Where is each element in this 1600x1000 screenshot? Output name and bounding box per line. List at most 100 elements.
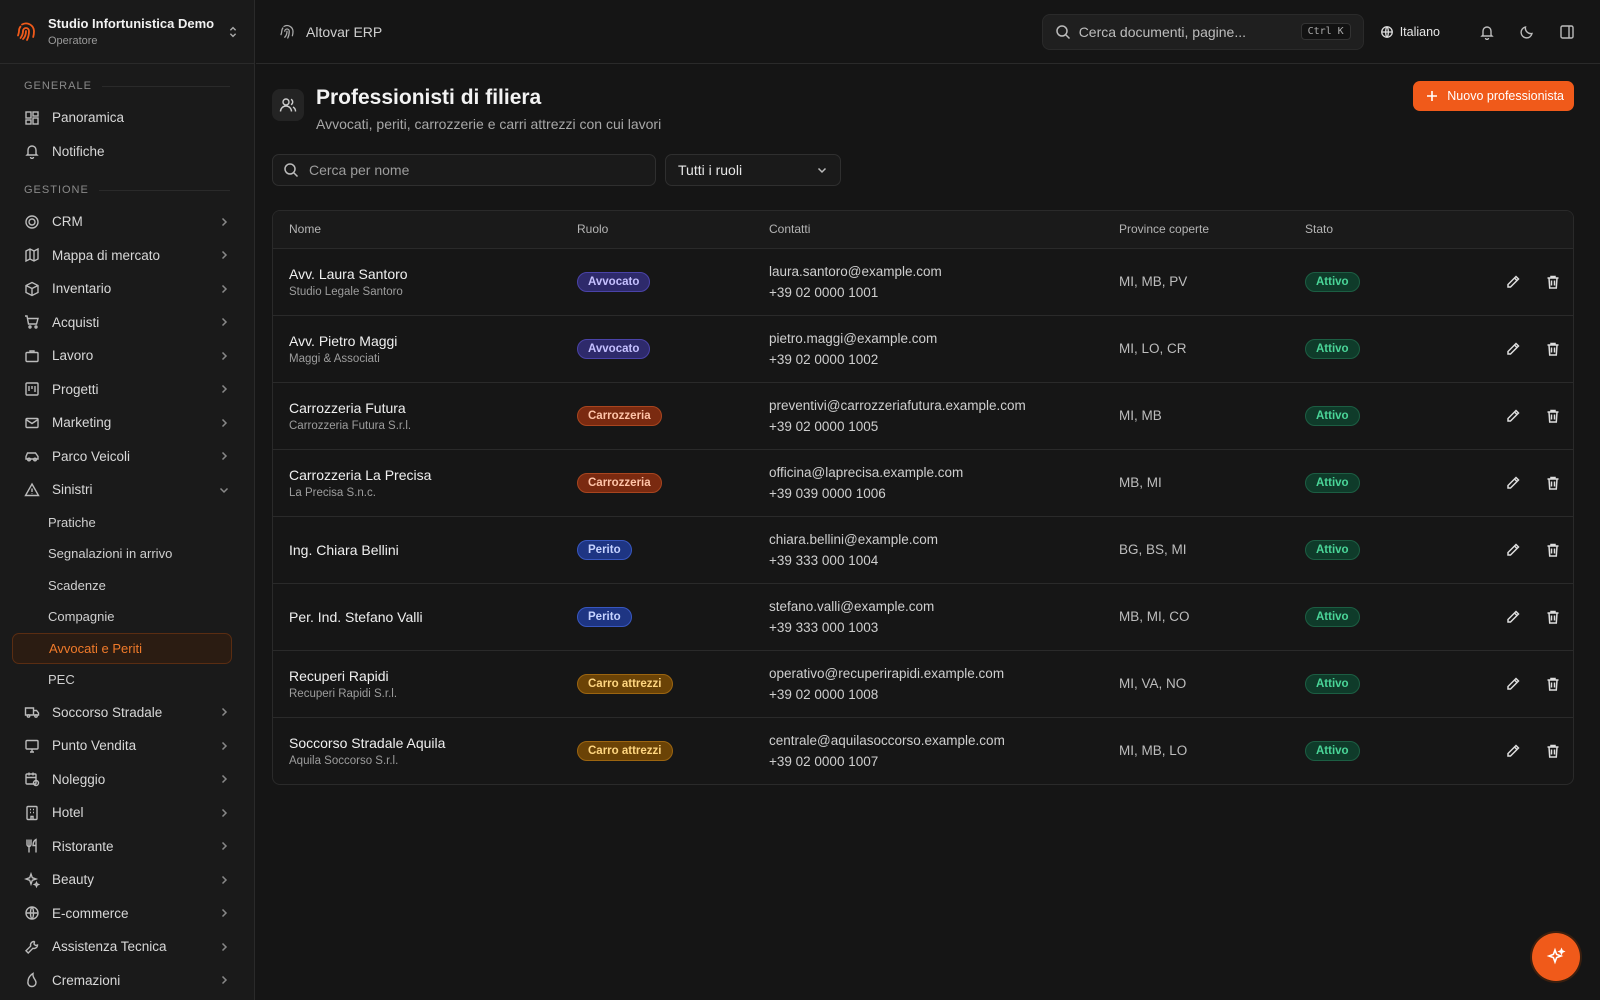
table-row[interactable]: Soccorso Stradale Aquila Aquila Soccorso … xyxy=(273,717,1573,784)
sidebar-item-ristorante[interactable]: Ristorante xyxy=(0,830,254,864)
new-professional-button[interactable]: Nuovo professionista xyxy=(1413,81,1574,111)
contact-email[interactable]: preventivi@carrozzeriafutura.example.com xyxy=(769,395,1103,416)
contact-email[interactable]: chiara.bellini@example.com xyxy=(769,529,1103,550)
cell-contacts: stefano.valli@example.com +39 333 000 100… xyxy=(753,583,1103,651)
name-search-input[interactable]: Cerca per nome xyxy=(272,154,656,186)
sidebar-item-soccorso-stradale[interactable]: Soccorso Stradale xyxy=(0,696,254,730)
professional-name: Recuperi Rapidi xyxy=(289,667,389,684)
delete-button[interactable] xyxy=(1533,606,1559,628)
role-filter-select[interactable]: Tutti i ruoli xyxy=(665,154,841,186)
language-selector[interactable]: Italiano xyxy=(1380,25,1440,39)
table-row[interactable]: Avv. Pietro Maggi Maggi & Associati Avvoca… xyxy=(273,315,1573,383)
table-row[interactable]: Avv. Laura Santoro Studio Legale Santoro A… xyxy=(273,248,1573,316)
sidebar-item-label: Parco Veicoli xyxy=(52,448,131,464)
sidebar-item-crm[interactable]: CRM xyxy=(0,205,254,239)
col-stato[interactable]: Stato xyxy=(1289,211,1439,249)
table-row[interactable]: Carrozzeria La Precisa La Precisa S.n.c. C… xyxy=(273,449,1573,517)
cell-actions xyxy=(1439,248,1573,316)
delete-button[interactable] xyxy=(1533,405,1559,427)
role-badge: Carro attrezzi xyxy=(577,673,673,694)
sidebar-item-parco-veicoli[interactable]: Parco Veicoli xyxy=(0,440,254,474)
sidebar-item-inventario[interactable]: Inventario xyxy=(0,272,254,306)
delete-button[interactable] xyxy=(1533,271,1559,293)
sidebar-sub-avvocati-periti[interactable]: Avvocati e Periti xyxy=(12,632,232,664)
sidebar-item-punto-vendita[interactable]: Punto Vendita xyxy=(0,729,254,763)
edit-button[interactable] xyxy=(1493,338,1520,360)
contact-phone[interactable]: +39 02 0000 1002 xyxy=(769,349,1103,370)
edit-button[interactable] xyxy=(1493,271,1520,293)
professional-name: Avv. Laura Santoro xyxy=(289,265,408,282)
sidebar-item-beauty[interactable]: Beauty xyxy=(0,863,254,897)
delete-button[interactable] xyxy=(1533,740,1559,762)
sidebar-item-mappa-mercato[interactable]: Mappa di mercato xyxy=(0,239,254,273)
edit-button[interactable] xyxy=(1493,539,1520,561)
sidebar-item-notifiche[interactable]: Notifiche xyxy=(0,135,254,169)
bell-icon xyxy=(1479,24,1495,40)
delete-button[interactable] xyxy=(1533,539,1559,561)
sidebar-item-ecommerce[interactable]: E-commerce xyxy=(0,897,254,931)
trash-icon xyxy=(1545,606,1561,628)
contact-phone[interactable]: +39 039 0000 1006 xyxy=(769,483,1103,504)
sidebar-sub-compagnie[interactable]: Compagnie xyxy=(0,601,254,633)
ai-assistant-button[interactable] xyxy=(1532,933,1580,981)
cell-actions xyxy=(1439,382,1573,450)
edit-button[interactable] xyxy=(1493,740,1520,762)
contact-email[interactable]: stefano.valli@example.com xyxy=(769,596,1103,617)
sidebar-item-label: Mappa di mercato xyxy=(52,247,161,263)
table-row[interactable]: Ing. Chiara Bellini Perito chiara.bellini@… xyxy=(273,516,1573,584)
cell-contacts: pietro.maggi@example.com +39 02 0000 1002 xyxy=(753,315,1103,383)
table-row[interactable]: Per. Ind. Stefano Valli Perito stefano.val… xyxy=(273,583,1573,651)
sidebar-item-acquisti[interactable]: Acquisti xyxy=(0,306,254,340)
theme-toggle-button[interactable] xyxy=(1516,21,1538,43)
sidebar-item-progetti[interactable]: Progetti xyxy=(0,373,254,407)
table-row[interactable]: Recuperi Rapidi Recuperi Rapidi S.r.l. Car… xyxy=(273,650,1573,718)
contact-phone[interactable]: +39 02 0000 1007 xyxy=(769,751,1103,772)
col-ruolo[interactable]: Ruolo xyxy=(561,211,753,249)
edit-button[interactable] xyxy=(1493,405,1520,427)
sidebar-sub-pec[interactable]: PEC xyxy=(0,664,254,696)
contact-phone[interactable]: +39 333 000 1004 xyxy=(769,550,1103,571)
language-label: Italiano xyxy=(1399,24,1440,39)
contact-email[interactable]: laura.santoro@example.com xyxy=(769,261,1103,282)
edit-button[interactable] xyxy=(1493,472,1520,494)
col-province[interactable]: Province coperte xyxy=(1103,211,1289,249)
contact-email[interactable]: operativo@recuperirapidi.example.com xyxy=(769,663,1103,684)
edit-button[interactable] xyxy=(1493,606,1520,628)
col-contatti[interactable]: Contatti xyxy=(753,211,1103,249)
sidebar-item-cremazioni[interactable]: Cremazioni xyxy=(0,964,254,998)
contact-phone[interactable]: +39 02 0000 1001 xyxy=(769,282,1103,303)
sidebar-item-assistenza-tecnica[interactable]: Assistenza Tecnica xyxy=(0,930,254,964)
contact-email[interactable]: officina@laprecisa.example.com xyxy=(769,462,1103,483)
contact-phone[interactable]: +39 02 0000 1008 xyxy=(769,684,1103,705)
contact-email[interactable]: pietro.maggi@example.com xyxy=(769,328,1103,349)
contact-phone[interactable]: +39 02 0000 1005 xyxy=(769,416,1103,437)
global-search[interactable]: Cerca documenti, pagine... Ctrl K xyxy=(1041,13,1364,50)
sidebar-sub-segnalazioni[interactable]: Segnalazioni in arrivo xyxy=(0,538,254,570)
org-switcher[interactable]: Studio Infortunistica Demo Operatore xyxy=(0,0,254,64)
sidebar-item-sinistri[interactable]: Sinistri xyxy=(0,473,254,507)
delete-button[interactable] xyxy=(1533,338,1559,360)
panel-toggle-button[interactable] xyxy=(1556,21,1578,43)
section-general: GENERALE xyxy=(0,75,254,97)
notifications-button[interactable] xyxy=(1476,21,1498,43)
chevron-right-icon xyxy=(218,283,230,295)
contact-phone[interactable]: +39 333 000 1003 xyxy=(769,617,1103,638)
sidebar-sub-scadenze[interactable]: Scadenze xyxy=(0,570,254,602)
sidebar-sub-pratiche[interactable]: Pratiche xyxy=(0,507,254,539)
cell-status: Attivo xyxy=(1289,248,1439,316)
professional-name: Ing. Chiara Bellini xyxy=(289,541,399,558)
sidebar-item-marketing[interactable]: Marketing xyxy=(0,406,254,440)
sidebar-item-lavoro[interactable]: Lavoro xyxy=(0,339,254,373)
app-brand[interactable]: Altovar ERP xyxy=(278,23,1042,41)
sidebar-item-label: Punto Vendita xyxy=(52,738,137,754)
sidebar-item-hotel[interactable]: Hotel xyxy=(0,796,254,830)
col-nome[interactable]: Nome xyxy=(273,211,561,249)
delete-button[interactable] xyxy=(1533,673,1559,695)
sidebar-item-noleggio[interactable]: Noleggio xyxy=(0,763,254,797)
sidebar-item-panoramica[interactable]: Panoramica xyxy=(0,101,254,135)
contact-email[interactable]: centrale@aquilasoccorso.example.com xyxy=(769,730,1103,751)
table-row[interactable]: Carrozzeria Futura Carrozzeria Futura S.r… xyxy=(273,382,1573,450)
edit-button[interactable] xyxy=(1493,673,1520,695)
delete-button[interactable] xyxy=(1533,472,1559,494)
pencil-icon xyxy=(1505,740,1521,762)
